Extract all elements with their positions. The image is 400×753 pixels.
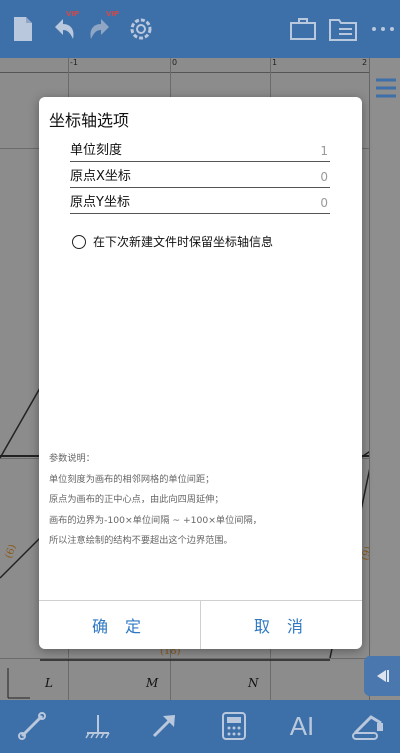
node-label-l: L: [45, 676, 53, 690]
parameter-notes: 参数说明： 单位刻度为画布的相邻网格的单位间距； 原点为画布的正中心点，由此向四…: [49, 449, 354, 552]
keep-axis-option[interactable]: 在下次新建文件时保留坐标轴信息: [72, 233, 273, 250]
note-line: 画布的边界为-100×单位间隔 ~ +100×单位间隔，: [49, 514, 262, 526]
play-left-icon: [377, 670, 389, 682]
field-value[interactable]: 1: [320, 144, 328, 158]
field-label: 单位刻度: [70, 143, 123, 158]
settings-icon[interactable]: [126, 14, 156, 44]
undo-icon[interactable]: [48, 14, 78, 44]
cancel-button[interactable]: 取 消: [200, 601, 362, 649]
arrow-icon[interactable]: [146, 708, 182, 744]
origin-y-field[interactable]: 原点Y坐标 0: [70, 189, 330, 214]
axis-options-dialog: 坐标轴选项 单位刻度 1 原点X坐标 0 原点Y坐标 0 在下次新建文件时保留坐…: [39, 97, 362, 649]
field-label: 原点X坐标: [70, 169, 131, 184]
ruler-toggle-icon[interactable]: [372, 70, 400, 110]
note-line: 原点为画布的正中心点，由此向四周延伸；: [49, 494, 224, 505]
radio-label: 在下次新建文件时保留坐标轴信息: [93, 235, 274, 249]
note-line: 单位刻度为画布的相邻网格的单位间距；: [49, 473, 215, 485]
right-ruler: [369, 58, 400, 700]
support-icon[interactable]: [80, 708, 116, 744]
origin-x-field[interactable]: 原点X坐标 0: [70, 163, 330, 188]
crane-icon[interactable]: [350, 708, 386, 744]
field-value[interactable]: 0: [320, 170, 328, 184]
field-label: 原点Y坐标: [70, 195, 130, 210]
briefcase-icon[interactable]: [288, 14, 318, 44]
more-icon[interactable]: [368, 14, 398, 44]
unit-scale-field[interactable]: 单位刻度 1: [70, 137, 330, 162]
bottom-toolbar: AI: [0, 700, 400, 753]
confirm-button[interactable]: 确 定: [39, 601, 200, 649]
redo-icon[interactable]: [86, 14, 116, 44]
line-tool-icon[interactable]: [14, 708, 50, 744]
radio-button[interactable]: [72, 234, 86, 249]
note-line: 参数说明：: [49, 453, 95, 464]
top-toolbar: VIP VIP: [0, 0, 400, 58]
node-label-n: N: [248, 676, 259, 690]
ai-icon[interactable]: AI: [284, 708, 320, 744]
vip-badge-2: VIP: [106, 10, 120, 18]
note-line: 所以注意绘制的结构不要超出这个边界范围。: [49, 535, 233, 546]
field-value[interactable]: 0: [320, 196, 328, 210]
collapse-panel-button[interactable]: [364, 656, 400, 696]
calculator-icon[interactable]: [216, 708, 252, 744]
node-label-m: M: [146, 676, 159, 690]
folder-list-icon[interactable]: [328, 14, 358, 44]
vip-badge: VIP: [66, 10, 80, 18]
dialog-footer: 确 定 取 消: [39, 600, 362, 649]
file-icon[interactable]: [8, 14, 38, 44]
dialog-title: 坐标轴选项: [49, 111, 130, 130]
